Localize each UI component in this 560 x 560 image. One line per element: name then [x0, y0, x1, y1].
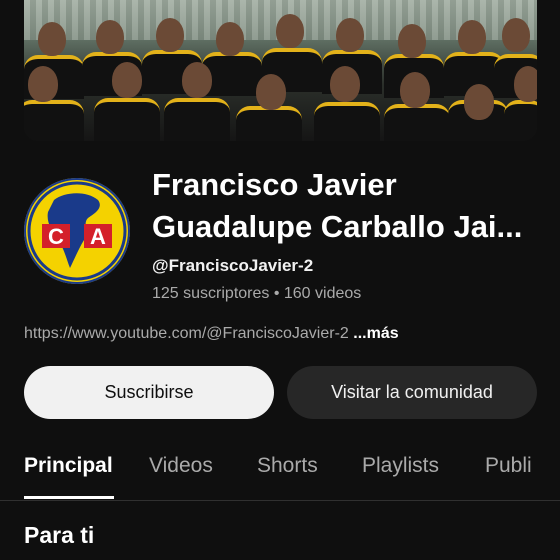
banner-player-head: [216, 22, 244, 56]
banner-player-head: [400, 72, 430, 108]
banner-player-head: [256, 74, 286, 110]
channel-stats: 125 suscriptores • 160 videos: [152, 285, 362, 302]
tab-publicaciones[interactable]: Publi: [485, 454, 532, 478]
banner-player-head: [38, 22, 66, 56]
banner-player: [94, 98, 160, 141]
crest-letter-c: C: [48, 224, 64, 249]
club-america-crest-icon: C A: [26, 180, 128, 282]
banner-player-head: [514, 66, 537, 102]
channel-tabs: Principal Videos Shorts Playlists Publi: [0, 440, 560, 501]
section-title: Para ti: [24, 522, 95, 548]
channel-title-line2: Guadalupe Carballo Jai...: [152, 209, 523, 244]
banner-player-head: [458, 20, 486, 54]
banner-player: [314, 102, 380, 141]
tab-playlists[interactable]: Playlists: [362, 454, 439, 478]
crest-letter-a: A: [90, 224, 106, 249]
banner-player-head: [464, 84, 494, 120]
banner-player-head: [96, 20, 124, 54]
banner-player: [164, 98, 230, 141]
channel-title: Francisco Javier Guadalupe Carballo Jai.…: [152, 164, 552, 248]
tab-shorts[interactable]: Shorts: [257, 454, 318, 478]
subscribe-button[interactable]: Suscribirse: [24, 366, 274, 419]
visit-community-button[interactable]: Visitar la comunidad: [287, 366, 537, 419]
channel-link[interactable]: https://www.youtube.com/@FranciscoJavier…: [24, 325, 349, 342]
active-tab-indicator: [24, 496, 114, 499]
tab-principal[interactable]: Principal: [24, 454, 113, 478]
channel-title-line1: Francisco Javier: [152, 167, 397, 202]
channel-avatar[interactable]: C A: [24, 178, 130, 284]
banner-player: [504, 100, 537, 141]
channel-link-row[interactable]: https://www.youtube.com/@FranciscoJavier…: [24, 325, 399, 343]
tab-videos[interactable]: Videos: [149, 454, 213, 478]
banner-player: [384, 104, 450, 141]
channel-banner: [24, 0, 537, 141]
channel-handle: @FranciscoJavier-2: [152, 256, 314, 275]
more-link[interactable]: ...más: [349, 325, 398, 342]
banner-player-head: [182, 62, 212, 98]
banner-player-head: [398, 24, 426, 58]
banner-player-head: [28, 66, 58, 102]
banner-player-head: [502, 18, 530, 52]
banner-player: [24, 100, 84, 141]
banner-player-head: [330, 66, 360, 102]
banner-player-head: [156, 18, 184, 52]
banner-player-head: [112, 62, 142, 98]
banner-player-head: [276, 14, 304, 48]
banner-player-head: [336, 18, 364, 52]
banner-player: [236, 106, 302, 141]
